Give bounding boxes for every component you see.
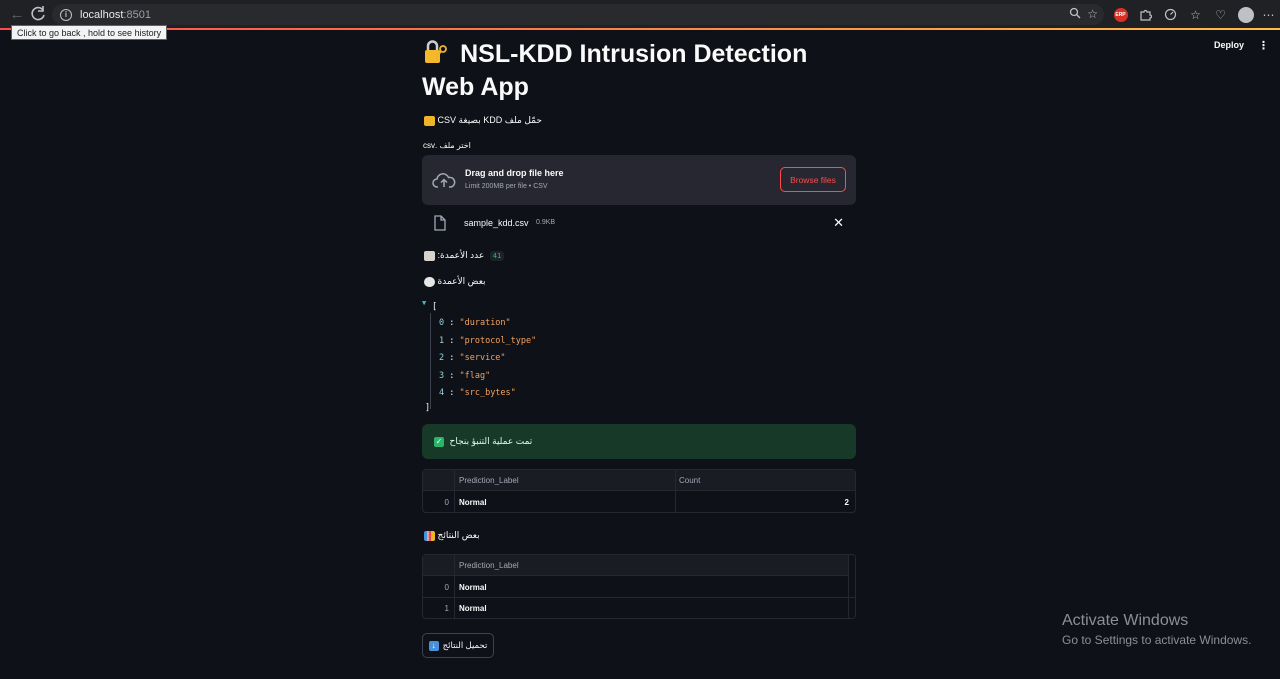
json-item: 2 : "service" bbox=[439, 353, 506, 363]
counts-table[interactable]: Prediction_Label Count 0 Normal 2 bbox=[422, 469, 856, 513]
columns-count-badge: 41 bbox=[489, 251, 505, 261]
address-bar[interactable]: i localhost:8501 ☆ bbox=[52, 4, 1104, 25]
performance-icon[interactable] bbox=[1161, 5, 1180, 24]
folder-icon bbox=[424, 115, 435, 126]
extensions-puzzle-icon[interactable] bbox=[1136, 5, 1155, 24]
row-index: 1 bbox=[444, 604, 449, 613]
profile-avatar-icon[interactable] bbox=[1236, 5, 1255, 24]
check-icon: ✓ bbox=[434, 436, 444, 447]
table-header-row: Prediction_Label bbox=[423, 555, 848, 576]
json-item: 4 : "src_bytes" bbox=[439, 388, 516, 398]
browser-menu-icon[interactable]: ⋯ bbox=[1259, 5, 1278, 24]
file-dropzone[interactable]: Drag and drop file here Limit 200MB per … bbox=[422, 155, 856, 205]
download-arrow-icon: ↓ bbox=[428, 640, 439, 651]
json-item: 0 : "duration" bbox=[439, 318, 511, 328]
browse-files-button[interactable]: Browse files bbox=[780, 167, 846, 192]
upload-heading: حمّل ملف KDD بصيغة CSV bbox=[424, 115, 542, 126]
windows-activation-watermark: Activate Windows Go to Settings to activ… bbox=[1062, 612, 1252, 647]
page-title: NSL-KDD Intrusion Detection Web App bbox=[422, 40, 808, 101]
column-header[interactable]: Prediction_Label bbox=[459, 555, 519, 576]
column-header[interactable]: Prediction_Label bbox=[459, 470, 519, 491]
json-item: 1 : "protocol_type" bbox=[439, 336, 537, 346]
remove-file-close-icon[interactable]: ✕ bbox=[833, 215, 844, 231]
browser-essentials-icon[interactable]: ♡ bbox=[1211, 5, 1230, 24]
table-cell[interactable]: Normal bbox=[459, 598, 487, 619]
file-icon bbox=[434, 215, 446, 236]
row-index: 0 bbox=[444, 583, 449, 592]
lock-key-icon bbox=[422, 40, 454, 67]
column-header[interactable]: Count bbox=[679, 470, 700, 491]
extension-erp-icon[interactable]: ERP bbox=[1111, 5, 1130, 24]
json-item: 3 : "flag" bbox=[439, 371, 491, 381]
download-results-button[interactable]: ↓ تحميل النتائج bbox=[422, 633, 494, 658]
drag-drop-text: Drag and drop file here bbox=[465, 168, 564, 178]
url-text[interactable]: localhost:8501 bbox=[80, 9, 151, 21]
kebab-icon[interactable]: ⋮ bbox=[1258, 39, 1269, 52]
file-size: 0.9KB bbox=[536, 219, 556, 226]
table-row: 0 Normal 2 bbox=[423, 492, 855, 513]
row-index: 0 bbox=[444, 498, 449, 507]
table-cell[interactable]: 2 bbox=[845, 492, 849, 513]
browser-toolbar: ← i localhost:8501 ☆ ERP ☆ ♡ ⋯ bbox=[0, 0, 1280, 29]
file-input-label: اختر ملف .csv bbox=[423, 141, 471, 150]
uploaded-file: sample_kdd.csv 0.9KB ✕ bbox=[422, 212, 856, 236]
columns-count-line: عدد الأعمدة: 41 bbox=[424, 250, 507, 261]
eyes-icon bbox=[424, 276, 435, 287]
results-table[interactable]: Prediction_Label 0 Normal 1 Normal bbox=[422, 554, 856, 619]
bar-chart-icon bbox=[424, 530, 435, 541]
back-tooltip: Click to go back , hold to see history bbox=[11, 25, 168, 40]
bookmark-star-icon[interactable]: ☆ bbox=[1087, 7, 1098, 22]
clipboard-icon bbox=[424, 250, 435, 261]
back-arrow-icon[interactable]: ← bbox=[6, 3, 28, 25]
table-header-row: Prediction_Label Count bbox=[423, 470, 855, 491]
upload-limit-text: Limit 200MB per file • CSV bbox=[465, 183, 548, 190]
cloud-upload-icon bbox=[432, 171, 456, 194]
site-info-icon[interactable]: i bbox=[60, 8, 72, 21]
table-cell[interactable]: Normal bbox=[459, 492, 487, 513]
deploy-button[interactable]: Deploy bbox=[1214, 40, 1244, 50]
file-name: sample_kdd.csv bbox=[464, 218, 529, 228]
json-close-bracket: ] bbox=[425, 403, 431, 413]
page-load-bar bbox=[0, 28, 1280, 30]
table-row: 0 Normal bbox=[423, 577, 855, 598]
collapse-caret-icon[interactable]: ▼ bbox=[422, 299, 426, 307]
some-columns-heading: بعض الأعمدة bbox=[424, 276, 486, 287]
success-alert: ✓ تمت عملية التنبؤ بنجاح bbox=[422, 424, 856, 459]
some-results-heading: بعض النتائج bbox=[424, 530, 480, 541]
table-row: 1 Normal bbox=[423, 598, 855, 619]
favorites-icon[interactable]: ☆ bbox=[1186, 5, 1205, 24]
table-cell[interactable]: Normal bbox=[459, 577, 487, 598]
zoom-icon[interactable] bbox=[1069, 7, 1081, 22]
json-open-bracket: [ bbox=[432, 302, 438, 312]
